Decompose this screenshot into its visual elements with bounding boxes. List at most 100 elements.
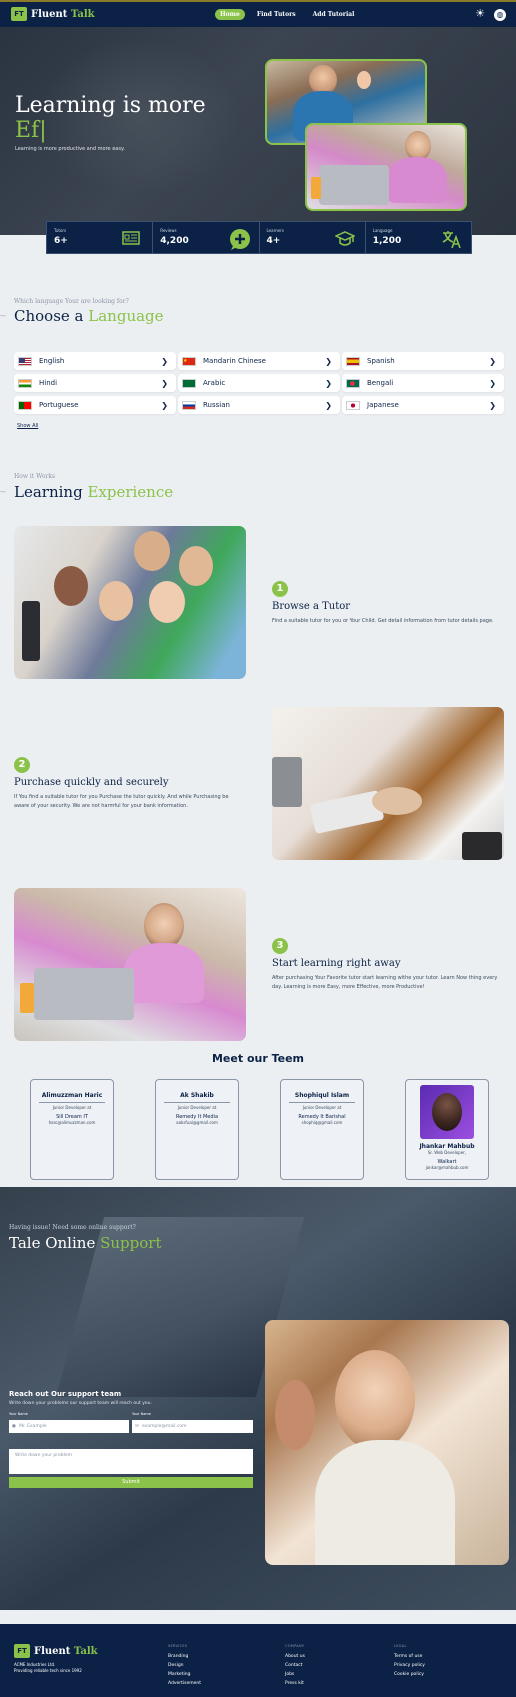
support-title-main: Tale Online [9, 1234, 96, 1252]
language-item-russian[interactable]: Russian ❯ [178, 396, 340, 414]
support-eyebrow: Having issue! Need some online support? [9, 1224, 136, 1231]
language-item-spanish[interactable]: Spanish ❯ [342, 352, 504, 370]
name-label: Your Name [9, 1412, 28, 1416]
top-navbar: FT Fluent Talk Home Find Tutors Add Tuto… [0, 0, 516, 27]
footer-link[interactable]: Press kit [285, 1681, 305, 1686]
card-icon [122, 229, 140, 247]
chevron-right-icon: ❯ [325, 378, 332, 388]
show-all-link[interactable]: Show All [17, 423, 38, 429]
hero-title-line1: Learning is more [15, 93, 206, 118]
step-1-title: Browse a Tutor [272, 601, 351, 612]
hero-image-girl [305, 123, 467, 211]
nav-add-tutorial[interactable]: Add Tutorial [308, 9, 360, 20]
divider [39, 1102, 105, 1103]
member-name: Alimuzzman Haric [41, 1092, 103, 1099]
language-name: English [39, 357, 65, 365]
how-title-accent: Experience [87, 483, 174, 501]
footer-link[interactable]: Design [168, 1663, 201, 1668]
footer-link[interactable]: Contact [285, 1663, 305, 1668]
chevron-right-icon: ❯ [489, 378, 496, 388]
support-section: Having issue! Need some online support? … [0, 1187, 516, 1610]
language-item-japanese[interactable]: Japanese ❯ [342, 396, 504, 414]
member-email: shophiq@gmail.com [301, 1120, 343, 1125]
member-name: Shophiqul Islam [294, 1092, 350, 1099]
section-dash: -- [0, 311, 6, 320]
step-3-desc: After purchasing Your Favorite tutor sta… [272, 975, 498, 990]
chevron-right-icon: ❯ [489, 400, 496, 410]
section-dash: -- [0, 487, 6, 496]
footer-col-heading: COMPANY [285, 1644, 305, 1648]
footer-link[interactable]: Privacy policy [394, 1663, 425, 1668]
step-2-number: 2 [14, 757, 30, 773]
divider [289, 1102, 355, 1103]
languages-eyebrow: Which language Your are looking for? [14, 298, 129, 305]
language-name: Arabic [203, 379, 226, 387]
nav-find-tutors[interactable]: Find Tutors [252, 9, 301, 20]
message-textarea[interactable]: Write down your problem [9, 1449, 253, 1474]
footer-link[interactable]: Branding [168, 1654, 201, 1659]
language-item-mandarin[interactable]: ★ Mandarin Chinese ❯ [178, 352, 340, 370]
language-name: Portuguese [39, 401, 79, 409]
footer-col-company: COMPANY About us Contact Jobs Press kit [285, 1644, 305, 1690]
member-name: Ak Shakib [180, 1092, 214, 1099]
logo-talk: Talk [73, 1645, 98, 1657]
languages-title-main: Choose a [14, 307, 84, 325]
chevron-right-icon: ❯ [161, 378, 168, 388]
footer-logo[interactable]: FT Fluent Talk [14, 1644, 98, 1658]
email-placeholder: example@mail.com [142, 1424, 187, 1429]
name-input[interactable]: ● Mr. Example [9, 1420, 129, 1433]
globe-icon[interactable]: ◍ [494, 9, 506, 21]
logo-fluent: Fluent [34, 1645, 71, 1657]
graduation-cap-icon [333, 229, 356, 247]
email-input[interactable]: ✉ example@mail.com [132, 1420, 253, 1433]
language-name: Bengali [367, 379, 394, 387]
user-icon: ● [12, 1424, 16, 1429]
language-item-arabic[interactable]: Arabic ❯ [178, 374, 340, 392]
logo-mark: FT [11, 7, 27, 21]
form-subtitle: Write down your problems our support tea… [9, 1401, 152, 1406]
language-item-english[interactable]: English ❯ [14, 352, 176, 370]
step-2-image [272, 707, 504, 860]
language-item-bengali[interactable]: Bengali ❯ [342, 374, 504, 392]
step-1-number: 1 [272, 581, 288, 597]
nav-links: Home Find Tutors Add Tutorial [215, 9, 359, 20]
footer-col-legal: LEGAL Terms of use Privacy policy Cookie… [394, 1644, 425, 1681]
member-role: Junior Developer at [177, 1105, 217, 1110]
language-item-hindi[interactable]: Hindi ❯ [14, 374, 176, 392]
footer-link[interactable]: Cookie policy [394, 1672, 425, 1677]
support-title: Tale Online Support [9, 1234, 161, 1252]
step-3-image [14, 888, 246, 1041]
chevron-right-icon: ❯ [325, 356, 332, 366]
footer-link[interactable]: Jobs [285, 1672, 305, 1677]
member-role: Sr. Web Developer, [427, 1150, 467, 1155]
stats-bar: Tutors 6+ Reviews 4,200 Learners 4+ Lang… [46, 221, 472, 254]
translate-icon [441, 229, 461, 249]
bd-flag-icon [346, 378, 360, 388]
ru-flag-icon [182, 400, 196, 410]
support-image [265, 1320, 509, 1565]
nav-home[interactable]: Home [215, 9, 245, 20]
stat-label: Reviews [160, 228, 177, 233]
footer: FT Fluent Talk ACME Industries Ltd. Prov… [0, 1624, 516, 1697]
chevron-right-icon: ❯ [325, 400, 332, 410]
footer-link[interactable]: Terms of use [394, 1654, 425, 1659]
cn-flag-icon: ★ [182, 356, 196, 366]
team-card: Shophiqul Islam Junior Developer at Reme… [280, 1079, 364, 1180]
es-flag-icon [346, 356, 360, 366]
divider [164, 1102, 230, 1103]
logo-text: Fluent Talk [31, 9, 95, 20]
submit-button[interactable]: Submit [9, 1477, 253, 1488]
support-title-accent: Support [100, 1234, 162, 1252]
email-label: Your Name [132, 1412, 151, 1416]
footer-tagline: ACME Industries Ltd. Providing reliable … [14, 1662, 82, 1674]
logo-mark: FT [14, 1644, 30, 1658]
logo[interactable]: FT Fluent Talk [11, 7, 95, 21]
footer-link[interactable]: About us [285, 1654, 305, 1659]
footer-link[interactable]: Marketing [168, 1672, 201, 1677]
footer-link[interactable]: Advertisement [168, 1681, 201, 1686]
mail-icon: ✉ [135, 1424, 139, 1429]
hero-subtitle: Learning is more productive and more eas… [15, 146, 125, 152]
step-3-number: 3 [272, 938, 288, 954]
theme-sun-icon[interactable]: ☀ [474, 8, 486, 21]
language-item-portuguese[interactable]: Portuguese ❯ [14, 396, 176, 414]
